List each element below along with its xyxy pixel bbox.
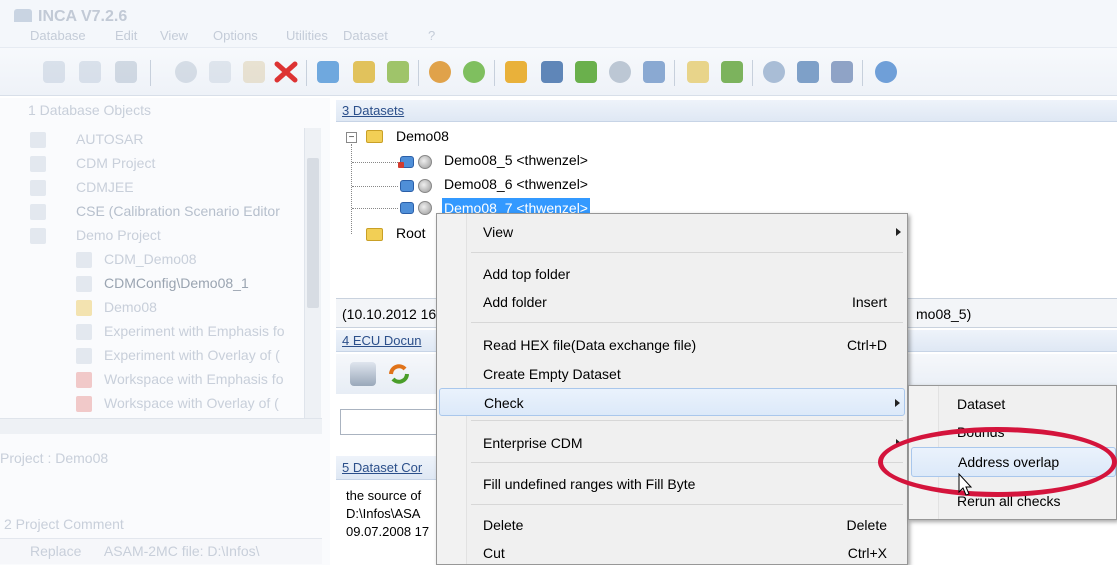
ecu-documents-header: 4 ECU Docun — [342, 333, 422, 348]
project-comment-header: 2 Project Comment — [4, 516, 124, 532]
import-icon[interactable] — [426, 58, 454, 86]
menu-item-enterprise-cdm[interactable]: Enterprise CDM — [439, 429, 905, 457]
dataset-info-left: (10.10.2012 16 — [342, 306, 437, 322]
datasets-header: 3 Datasets — [342, 103, 405, 118]
check-icon[interactable] — [684, 58, 712, 86]
dataset-icon — [400, 180, 414, 192]
new-icon[interactable] — [40, 58, 68, 86]
link-icon[interactable] — [172, 58, 200, 86]
menu-item-add-top-folder[interactable]: Add top folder — [439, 260, 905, 288]
project-label: Project : Demo08 — [0, 450, 109, 466]
dataset-status-icon — [418, 155, 432, 169]
props-icon[interactable] — [314, 58, 342, 86]
folder-icon — [366, 228, 383, 241]
folder-icon[interactable] — [502, 58, 530, 86]
menu-options[interactable]: Options — [213, 28, 258, 43]
dataset-demo08-5[interactable]: Demo08_5 <thwenzel> — [444, 152, 588, 174]
tree-icon[interactable] — [350, 58, 378, 86]
left-hscrollbar[interactable] — [0, 418, 322, 434]
project-comment-box: Replace ASAM-2MC file: D:\Infos\ — [0, 538, 322, 564]
menu-item-read-hex[interactable]: Read HEX file(Data exchange file) Ctrl+D — [439, 331, 905, 359]
zoom-icon[interactable] — [760, 58, 788, 86]
comment-line: D:\Infos\ASA — [346, 506, 421, 521]
dataset-info-right: mo08_5) — [916, 306, 972, 322]
menu-bar: Database Edit View Options Utilities Dat… — [0, 22, 1117, 48]
dataset-status-icon — [418, 179, 432, 193]
help-icon[interactable] — [872, 58, 900, 86]
ecu-icon[interactable] — [538, 58, 566, 86]
menu-item-fill-undefined[interactable]: Fill undefined ranges with Fill Byte — [439, 470, 905, 498]
paste-icon[interactable] — [240, 58, 268, 86]
dataset-demo08-6[interactable]: Demo08_6 <thwenzel> — [444, 176, 588, 198]
refresh-icon[interactable] — [386, 362, 412, 386]
tree-folder-root[interactable]: Root — [396, 225, 426, 247]
comment-line: 09.07.2008 17 — [346, 524, 430, 539]
menu-help[interactable]: ? — [428, 28, 435, 43]
menu-edit[interactable]: Edit — [115, 28, 137, 43]
toolbar — [0, 48, 1117, 96]
mouse-pointer-icon — [958, 472, 974, 497]
search-icon[interactable] — [606, 58, 634, 86]
submenu-item-dataset[interactable]: Dataset — [911, 390, 1116, 420]
left-scrollbar[interactable] — [304, 128, 321, 418]
copy-icon[interactable] — [206, 58, 234, 86]
highlight-ellipse — [878, 427, 1117, 497]
export-icon[interactable] — [460, 58, 488, 86]
menu-database[interactable]: Database — [30, 28, 86, 43]
save-icon[interactable] — [112, 58, 140, 86]
folder-icon — [366, 130, 383, 143]
menu-item-add-folder[interactable]: Add folder Insert — [439, 288, 905, 316]
compare-icon[interactable] — [640, 58, 668, 86]
menu-item-view[interactable]: View — [439, 218, 905, 246]
delete-icon[interactable] — [272, 58, 300, 86]
context-menu: View Add top folder Add folder Insert Rea… — [436, 213, 908, 565]
grid-icon[interactable] — [794, 58, 822, 86]
menu-view[interactable]: View — [160, 28, 188, 43]
database-objects-header: 1 Database Objects — [28, 102, 151, 118]
dataset-status-icon — [418, 201, 432, 215]
collapse-toggle[interactable]: − — [346, 132, 357, 143]
dataset-comments-header: 5 Dataset Cor — [342, 460, 423, 475]
edit-icon[interactable] — [828, 58, 856, 86]
open-icon[interactable] — [76, 58, 104, 86]
menu-item-check[interactable]: Check — [439, 388, 905, 416]
database-objects-panel: 1 Database Objects AUTOSAR CDM Project C… — [0, 98, 330, 565]
menu-item-create-empty-dataset[interactable]: Create Empty Dataset — [439, 360, 905, 388]
monitor-icon[interactable] — [718, 58, 746, 86]
comment-line: the source of — [346, 488, 422, 503]
menu-item-cut[interactable]: Cut Ctrl+X — [439, 539, 905, 565]
menu-utilities[interactable]: Utilities — [286, 28, 328, 43]
tree-add-icon[interactable] — [384, 58, 412, 86]
submenu-arrow-icon — [896, 228, 901, 236]
dataset-icon — [400, 202, 414, 214]
package-icon[interactable] — [572, 58, 600, 86]
ecu-document-icon[interactable] — [350, 362, 376, 386]
menu-dataset[interactable]: Dataset — [343, 28, 388, 43]
submenu-arrow-icon — [895, 399, 900, 407]
menu-item-delete[interactable]: Delete Delete — [439, 511, 905, 539]
tree-folder-demo08[interactable]: Demo08 — [396, 128, 449, 150]
